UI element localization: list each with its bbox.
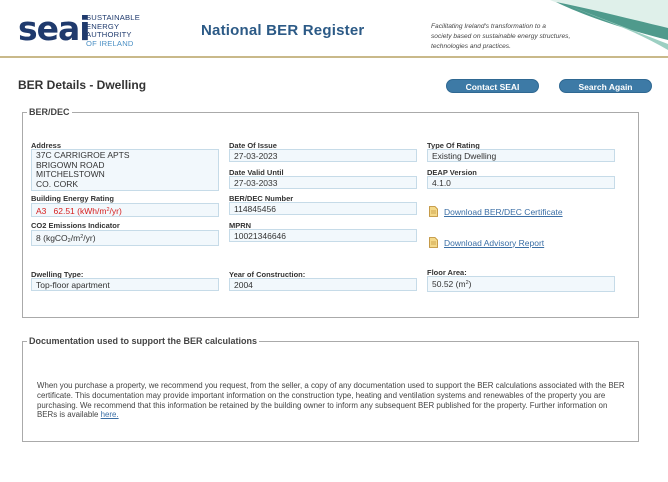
document-icon — [429, 237, 438, 248]
co2-label: CO2 Emissions Indicator — [31, 221, 120, 230]
download-certificate-link[interactable]: Download BER/DEC Certificate — [429, 206, 563, 217]
date-issue-value: 27-03-2023 — [229, 149, 417, 162]
floor-area-value: 50.52 (m2) — [427, 276, 615, 292]
documentation-panel: Documentation used to support the BER ca… — [22, 336, 639, 442]
page-title: BER Details - Dwelling — [18, 78, 147, 92]
download-advisory-report-link[interactable]: Download Advisory Report — [429, 237, 544, 248]
ber-number-value: 114845456 — [229, 202, 417, 215]
documentation-text: When you purchase a property, we recomme… — [37, 381, 625, 420]
address-value: 37C CARRIGROE APTS BRIGOWN ROAD MITCHELS… — [31, 149, 219, 191]
contact-seai-button[interactable]: Contact SEAI — [446, 79, 539, 93]
mprn-value: 10021346646 — [229, 229, 417, 242]
document-icon — [429, 206, 438, 217]
deap-value: 4.1.0 — [427, 176, 615, 189]
logo-subtitle: SUSTAINABLE ENERGY AUTHORITY OF IRELAND — [86, 13, 140, 48]
search-again-button[interactable]: Search Again — [559, 79, 652, 93]
documentation-legend: Documentation used to support the BER ca… — [27, 336, 260, 346]
year-value: 2004 — [229, 278, 417, 291]
ber-details-panel: BER/DEC Address 37C CARRIGROE APTS BRIGO… — [22, 107, 639, 318]
type-rating-value: Existing Dwelling — [427, 149, 615, 162]
header-swoosh-graphic — [550, 0, 668, 50]
dwelling-type-value: Top-floor apartment — [31, 278, 219, 291]
ber-legend: BER/DEC — [27, 107, 72, 117]
rating-value: A3 62.51 (kWh/m2/yr) — [31, 203, 219, 217]
here-link[interactable]: here. — [101, 410, 119, 419]
site-header: seai SUSTAINABLE ENERGY AUTHORITY OF IRE… — [0, 0, 668, 58]
logo-wordmark: seai — [18, 9, 91, 48]
rating-label: Building Energy Rating — [31, 194, 114, 203]
date-valid-value: 27-03-2033 — [229, 176, 417, 189]
register-title: National BER Register — [201, 22, 365, 39]
co2-value: 8 (kgCO2/m2/yr) — [31, 230, 219, 246]
